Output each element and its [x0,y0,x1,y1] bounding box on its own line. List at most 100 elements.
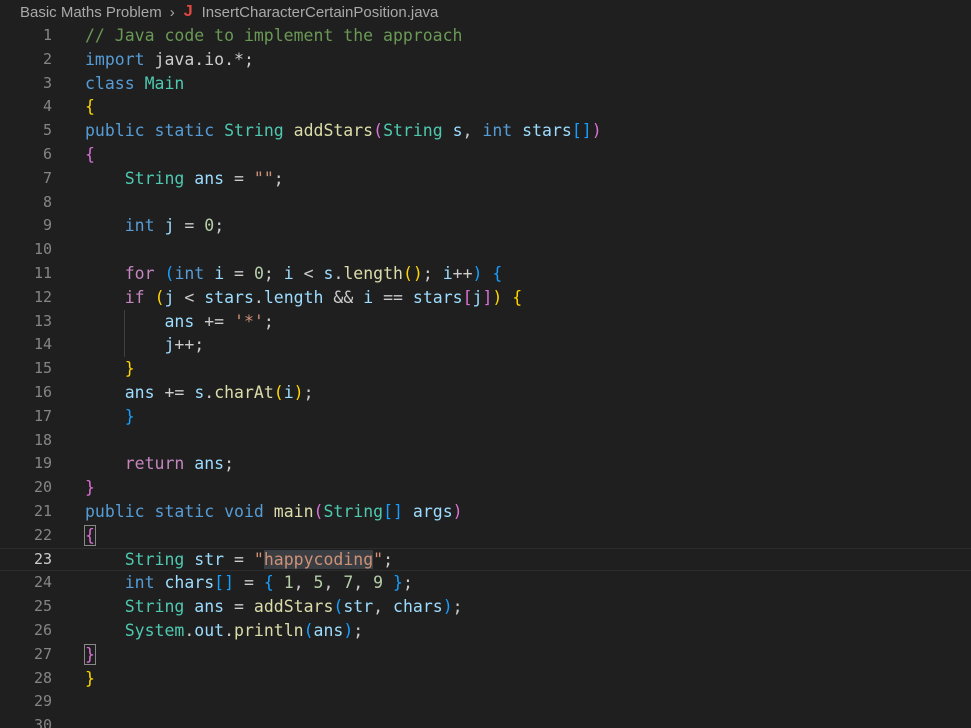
code-token: ans [194,597,225,617]
line-number: 13 [33,311,52,330]
code-token: } [84,643,96,665]
code-token: && [323,287,364,307]
code-token: i [283,263,294,283]
code-token: String [383,121,443,141]
code-token: str [343,597,374,617]
code-token: j [164,335,175,355]
code-line[interactable]: 15 } [0,357,971,381]
line-code: String ans = addStars(str, chars); [85,595,463,619]
line-number: 21 [33,501,52,520]
code-token: ] [482,287,493,307]
line-number: 6 [42,144,52,163]
line-number: 24 [33,573,52,592]
code-line[interactable]: 20} [0,476,971,500]
code-editor[interactable]: 1 // Java code to implement the approach 2… [0,24,971,728]
code-line[interactable]: 23 String str = "happycoding"; [0,548,971,572]
code-line[interactable]: 30 [0,714,971,728]
code-token: ) [442,597,453,617]
code-token: . [184,620,195,640]
code-line[interactable]: 14 j++; [0,333,971,358]
code-token: i [442,263,453,283]
code-token: = [224,168,254,188]
code-token: } [393,573,403,593]
code-token: 5 [313,573,324,593]
code-token: " [253,549,264,569]
line-number: 18 [33,430,52,449]
code-line[interactable]: 26 System.out.println(ans); [0,619,971,643]
code-token: , [462,121,483,141]
code-line[interactable]: 5 public static String addStars(String s,… [0,119,971,143]
code-token: } [124,359,135,379]
code-token: [] [214,573,235,593]
code-line[interactable]: 2 import java.io.*; [0,48,971,72]
code-token: static [154,501,215,521]
code-token: // Java code to implement the approach [85,26,463,45]
line-code: return ans; [85,452,234,476]
code-line[interactable]: 22 { [0,524,971,548]
code-token: j [472,287,483,307]
code-token: , [353,573,374,593]
line-code: { [84,524,96,548]
code-token: ; [353,620,364,640]
java-file-icon: J [183,3,193,20]
code-token: , [373,597,394,617]
code-line[interactable]: 29 [0,690,971,714]
code-line[interactable]: 25 String ans = addStars(str, chars); [0,595,971,619]
code-line[interactable]: 17 } [0,405,971,429]
code-line[interactable]: 27} [0,643,971,667]
code-token: chars [393,597,443,617]
code-token: String [124,597,185,617]
code-line[interactable]: 19 return ans; [0,452,971,476]
code-token: length [263,287,324,307]
code-line[interactable]: 21 public static void main(String[] args) [0,500,971,524]
code-line[interactable]: 12 if (j < stars.length && i == stars[j]… [0,286,971,310]
code-line[interactable]: 11 for (int i = 0; i < s.length(); i++) … [0,262,971,286]
code-token: public [85,501,145,521]
line-number: 19 [33,454,52,473]
code-token: ) [472,263,483,283]
line-code: int j = 0; [85,214,224,238]
code-token: length [343,263,403,283]
code-line[interactable]: 1 // Java code to implement the approach [0,24,971,48]
line-number: 26 [33,620,52,639]
code-line[interactable]: 28} [0,667,971,691]
code-line[interactable]: 3 class Main [0,72,971,96]
code-token: String [224,121,284,141]
line-number: 17 [33,406,52,425]
code-line[interactable]: 10 [0,238,971,262]
line-number: 23 [33,549,52,568]
breadcrumb-file[interactable]: InsertCharacterCertainPosition.java [202,4,439,21]
code-token: stars [412,287,463,307]
code-token: . [204,382,215,402]
line-number: 2 [42,49,52,68]
code-token: System [124,620,185,640]
code-token: ; [402,573,413,593]
code-line[interactable]: 7 String ans = ""; [0,167,971,191]
code-token: i [214,263,225,283]
code-line[interactable]: 18 [0,429,971,453]
line-code: { [85,143,95,167]
code-token: s [194,382,205,402]
code-line[interactable]: 6{ [0,143,971,167]
line-code: } [85,667,95,691]
code-line[interactable]: 24 int chars[] = { 1, 5, 7, 9 }; [0,571,971,595]
code-token: [] [383,501,403,521]
code-line[interactable]: 13 ans += '*'; [0,309,971,334]
code-line[interactable]: 4{ [0,95,971,119]
code-token: = [224,597,254,617]
code-token: stars [522,121,572,141]
code-line[interactable]: 9 int j = 0; [0,214,971,238]
code-token: java.io.*; [144,49,254,69]
breadcrumb: Basic Maths Problem › J InsertCharacterC… [0,0,971,24]
code-line[interactable]: 16 ans += s.charAt(i); [0,381,971,405]
breadcrumb-folder[interactable]: Basic Maths Problem [20,4,162,21]
line-code: System.out.println(ans); [85,619,363,643]
code-token: , [323,573,344,593]
code-line[interactable]: 8 [0,191,971,215]
